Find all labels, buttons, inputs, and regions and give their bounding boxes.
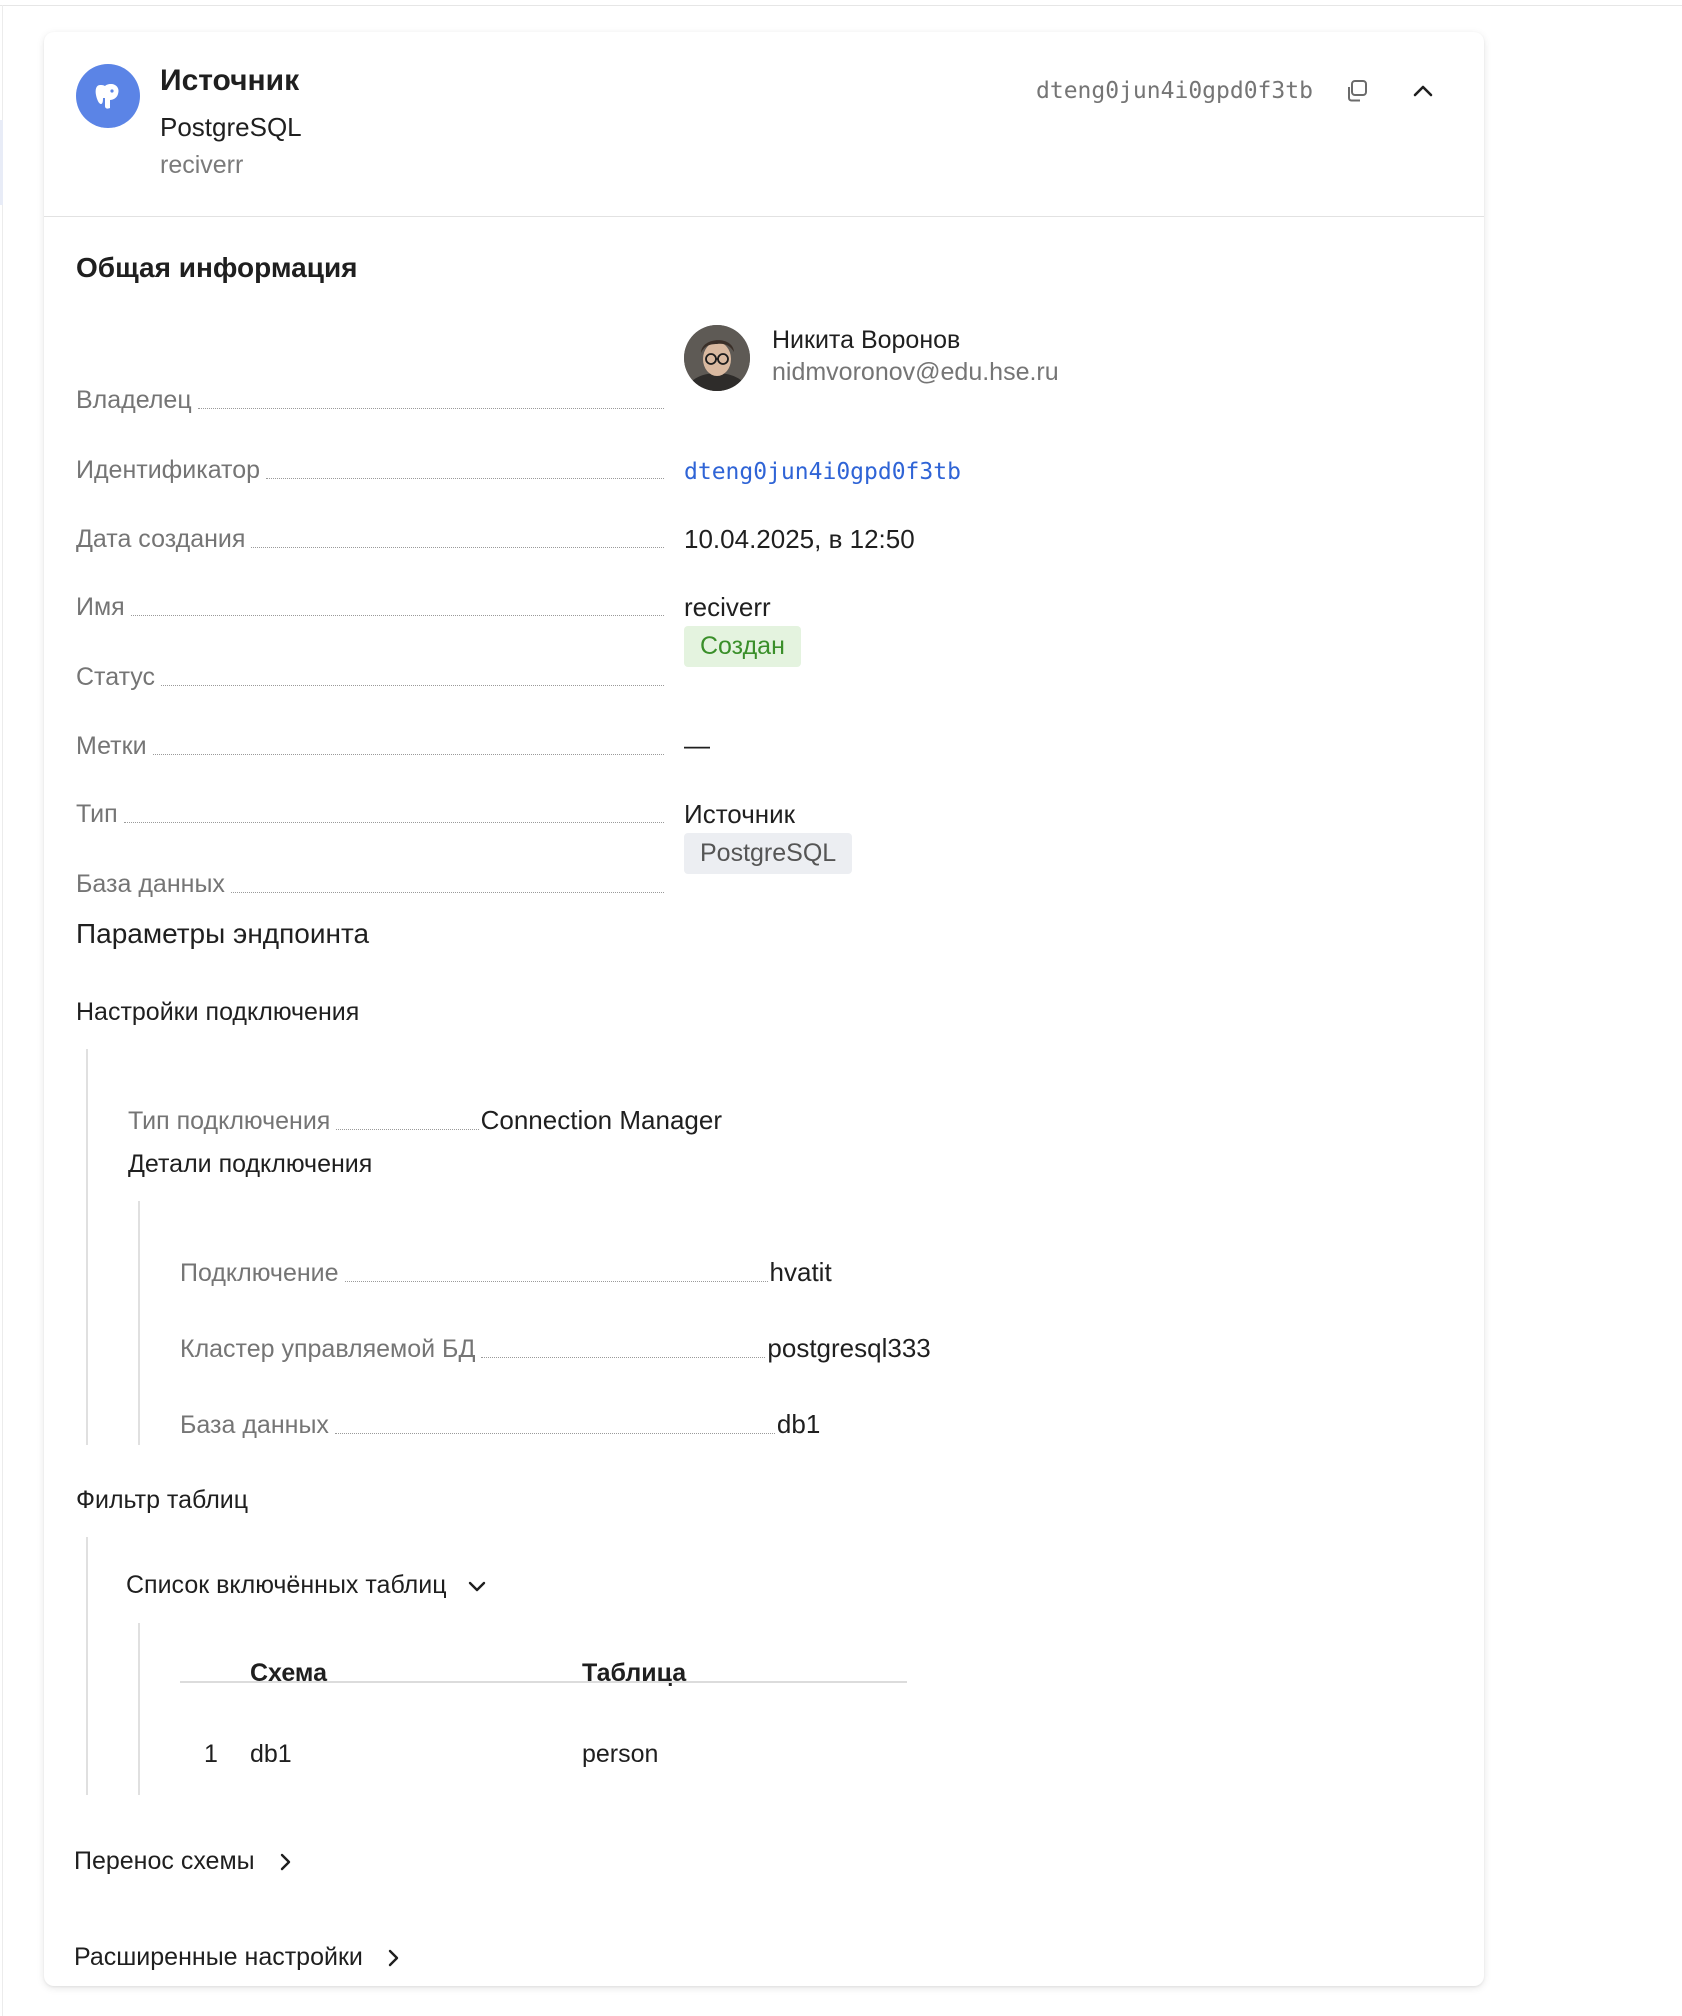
table-header-divider [180,1681,907,1683]
created-row: Дата создания [76,525,670,554]
details-database-value: db1 [776,1409,821,1439]
table-filter-title: Фильтр таблиц [76,1486,249,1514]
type-label: Тип [76,800,118,828]
chevron-right-icon [388,1949,399,1966]
dot-leader [197,408,664,409]
owner-row: Владелец [76,386,670,415]
name-label: Имя [76,593,125,621]
dot-leader [266,478,664,479]
details-database-label: База данных [180,1411,329,1439]
header-endpoint-id: dteng0jun4i0gpd0f3tb [1036,78,1313,104]
endpoint-card: Источник PostgreSQL reciverr dteng0jun4i… [44,32,1484,1986]
included-tables-guide [138,1623,140,1795]
details-database-row: База данных db1 [180,1409,880,1440]
cluster-link[interactable]: postgresql333 [767,1333,930,1364]
status-badge-wrap: Создан [684,626,801,667]
created-value: 10.04.2025, в 12:50 [684,524,915,554]
type-value: Источник [684,799,795,829]
header-endpoint-name: reciverr [160,151,244,179]
advanced-settings-toggle[interactable]: Расширенные настройки [74,1943,405,1972]
general-info-title: Общая информация [76,252,358,283]
table-row-table: person [582,1740,659,1768]
connection-type-label: Тип подключения [128,1107,331,1135]
database-row: База данных [76,870,670,899]
table-filter-guide [86,1537,88,1795]
table-header-table: Таблица [582,1659,687,1687]
table-row-schema: db1 [250,1740,292,1768]
dot-leader [230,892,664,893]
status-row: Статус [76,663,670,692]
card-header: Источник PostgreSQL reciverr dteng0jun4i… [44,32,1484,217]
database-badge-wrap: PostgreSQL [684,833,853,874]
page-left-accent [0,120,3,205]
included-tables-label: Список включённых таблиц [126,1571,447,1599]
identifier-row: Идентификатор [76,456,670,485]
connection-details-title: Детали подключения [128,1150,373,1178]
postgresql-elephant-icon [76,64,140,128]
schema-transfer-toggle[interactable]: Перенос схемы [74,1847,297,1876]
dot-leader [344,1281,768,1282]
dot-leader [130,615,664,616]
identifier-label: Идентификатор [76,456,261,484]
header-kind: Источник [160,64,300,97]
advanced-settings-label: Расширенные настройки [74,1943,363,1971]
included-tables-toggle[interactable]: Список включённых таблиц [126,1571,489,1600]
database-badge: PostgreSQL [684,833,853,874]
schema-transfer-label: Перенос схемы [74,1847,255,1875]
copy-icon[interactable] [1344,78,1370,104]
dot-leader [336,1129,479,1130]
connection-type-value: Connection Manager [480,1105,722,1135]
labels-label: Метки [76,732,147,760]
connection-row: Подключение hvatit [180,1257,880,1288]
connection-type-row: Тип подключения Connection Manager [128,1105,722,1136]
table-row-number: 1 [204,1740,218,1768]
connection-details-guide [138,1201,140,1445]
endpoint-params-title: Параметры эндпоинта [76,918,370,949]
status-label: Статус [76,663,156,691]
name-row: Имя [76,593,670,622]
cluster-label: Кластер управляемой БД [180,1335,476,1363]
page-top-border [0,5,1682,6]
page-left-border [2,5,3,2016]
connection-settings-guide [86,1049,88,1445]
created-label: Дата создания [76,525,246,553]
table-header-schema: Схема [250,1659,327,1687]
connection-settings-title: Настройки подключения [76,998,360,1026]
database-label: База данных [76,870,225,898]
connection-label: Подключение [180,1259,339,1287]
dot-leader [161,685,664,686]
cluster-row: Кластер управляемой БД postgresql333 [180,1333,931,1364]
owner-name: Никита Воронов [772,326,961,354]
owner-email: nidmvoronov@edu.hse.ru [772,358,1059,386]
labels-row: Метки [76,732,670,761]
connection-link[interactable]: hvatit [770,1257,832,1288]
labels-value: — [684,730,710,760]
avatar [684,325,750,391]
status-badge: Создан [684,626,801,667]
chevron-right-icon [280,1853,290,1870]
dot-leader [123,822,664,823]
name-value: reciverr [684,592,771,622]
type-row: Тип [76,800,670,829]
header-db-type: PostgreSQL [160,112,302,142]
chevron-up-icon[interactable] [1408,76,1438,106]
owner-label: Владелец [76,386,192,414]
chevron-down-icon [468,1581,485,1591]
dot-leader [481,1357,766,1358]
dot-leader [152,754,664,755]
dot-leader [251,547,664,548]
identifier-link[interactable]: dteng0jun4i0gpd0f3tb [684,459,961,485]
dot-leader [334,1433,775,1434]
